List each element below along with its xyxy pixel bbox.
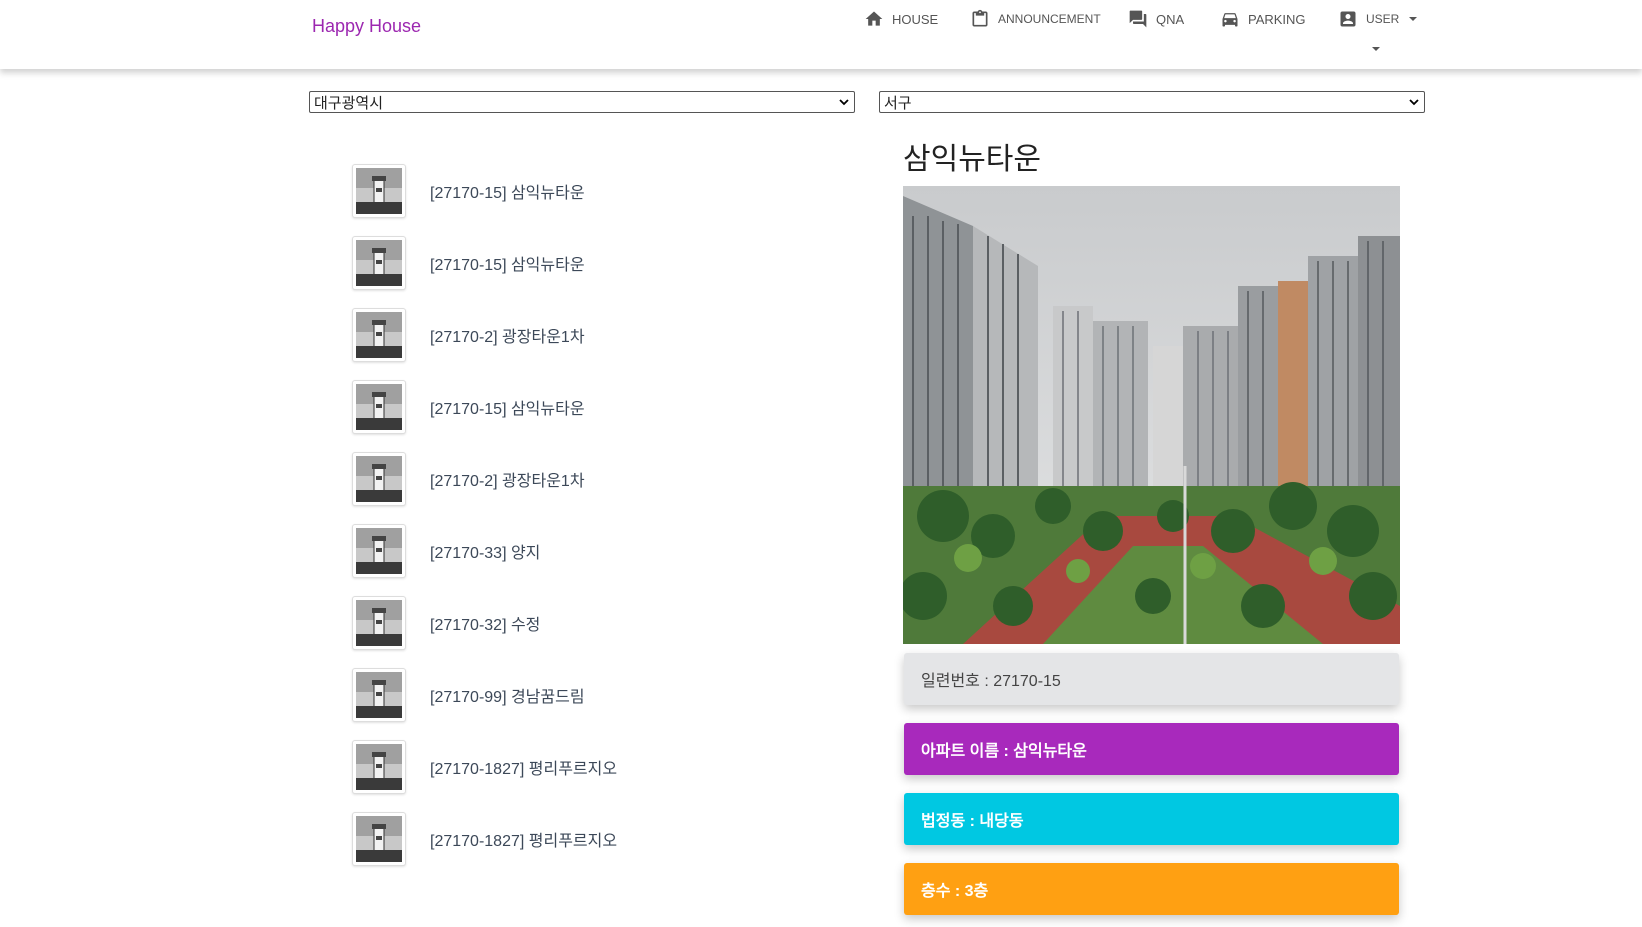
list-item-label: [27170-15] 삼익뉴타운 [430, 185, 585, 202]
thumbnail-image [352, 236, 406, 290]
lighthouse-thumbnail-icon [356, 456, 402, 502]
nav-house[interactable]: HOUSE [864, 8, 938, 30]
list-item-label: [27170-15] 삼익뉴타운 [430, 257, 585, 274]
home-icon [865, 11, 883, 26]
list-item-label: [27170-32] 수정 [430, 617, 541, 634]
thumbnail-image [352, 452, 406, 506]
lighthouse-thumbnail-icon [356, 744, 402, 790]
chevron-down-icon [1409, 17, 1418, 21]
chat-icon [1129, 10, 1147, 28]
nav-user-label: USER [1366, 12, 1400, 26]
list-item[interactable]: [27170-15] 삼익뉴타운 [352, 379, 832, 435]
district-select[interactable]: 서구 [879, 91, 1425, 113]
thumbnail-image [352, 812, 406, 866]
chevron-down-icon[interactable] [1372, 47, 1380, 51]
list-item[interactable]: [27170-15] 삼익뉴타운 [352, 163, 832, 219]
chevron-down-icon [1409, 99, 1419, 106]
list-item[interactable]: [27170-1827] 평리푸르지오 [352, 739, 832, 795]
nav-parking[interactable]: PARKING [1220, 8, 1306, 30]
lighthouse-thumbnail-icon [356, 600, 402, 646]
thumbnail-image [352, 668, 406, 722]
lighthouse-thumbnail-icon [356, 168, 402, 214]
nav-announcement[interactable]: ANNOUNCEMENT [970, 8, 1101, 30]
apartment-name-text: 아파트 이름 : 삼익뉴타운 [921, 743, 1087, 760]
floor-count-card: 층수 : 3층 [904, 863, 1399, 915]
apartment-name-card: 아파트 이름 : 삼익뉴타운 [904, 723, 1399, 775]
lighthouse-thumbnail-icon [356, 312, 402, 358]
list-item[interactable]: [27170-1827] 평리푸르지오 [352, 811, 832, 867]
nav-announcement-label: ANNOUNCEMENT [998, 12, 1101, 26]
car-icon [1222, 13, 1238, 27]
list-item-label: [27170-1827] 평리푸르지오 [430, 833, 618, 850]
lighthouse-thumbnail-icon [356, 384, 402, 430]
list-item[interactable]: [27170-99] 경남꿈드림 [352, 667, 832, 723]
serial-number-text: 일련번호 : 27170-15 [921, 673, 1061, 690]
nav-user-dropdown[interactable]: USER [1338, 8, 1418, 30]
detail-title: 삼익뉴타운 [903, 143, 1041, 176]
legal-dong-card: 법정동 : 내당동 [904, 793, 1399, 845]
lighthouse-thumbnail-icon [356, 672, 402, 718]
nav-qna[interactable]: QNA [1128, 8, 1184, 30]
brand-logo[interactable]: Happy House [312, 16, 421, 37]
thumbnail-image [352, 308, 406, 362]
apartment-photo [903, 186, 1400, 644]
nav-parking-label: PARKING [1248, 11, 1306, 27]
city-select-value: 대구광역시 [314, 94, 384, 112]
list-item-label: [27170-1827] 평리푸르지오 [430, 761, 618, 778]
top-navbar: Happy House HOUSE ANNOUNCEMENT QNA PARKI… [0, 0, 1642, 69]
nav-qna-label: QNA [1156, 11, 1185, 27]
legal-dong-text: 법정동 : 내당동 [921, 813, 1024, 830]
thumbnail-image [352, 740, 406, 794]
clipboard-icon [972, 9, 988, 27]
list-item-label: [27170-33] 양지 [430, 545, 541, 562]
apartment-complex-photo [903, 186, 1400, 644]
thumbnail-image [352, 380, 406, 434]
chevron-down-icon [839, 99, 849, 106]
list-item-label: [27170-2] 광장타운1차 [430, 329, 585, 346]
serial-number-card: 일련번호 : 27170-15 [904, 653, 1399, 705]
district-select-value: 서구 [884, 94, 912, 112]
lighthouse-thumbnail-icon [356, 816, 402, 862]
city-select[interactable]: 대구광역시 [309, 91, 855, 113]
list-item-label: [27170-15] 삼익뉴타운 [430, 401, 585, 418]
list-item-label: [27170-99] 경남꿈드림 [430, 689, 585, 706]
list-item[interactable]: [27170-33] 양지 [352, 523, 832, 579]
lighthouse-thumbnail-icon [356, 528, 402, 574]
list-item[interactable]: [27170-2] 광장타운1차 [352, 307, 832, 363]
thumbnail-image [352, 524, 406, 578]
thumbnail-image [352, 164, 406, 218]
list-item[interactable]: [27170-15] 삼익뉴타운 [352, 235, 832, 291]
floor-count-text: 층수 : 3층 [921, 883, 989, 900]
nav-house-label: HOUSE [892, 11, 939, 27]
list-item[interactable]: [27170-32] 수정 [352, 595, 832, 651]
thumbnail-image [352, 596, 406, 650]
list-item[interactable]: [27170-2] 광장타운1차 [352, 451, 832, 507]
lighthouse-thumbnail-icon [356, 240, 402, 286]
list-item-label: [27170-2] 광장타운1차 [430, 473, 585, 490]
account-box-icon [1340, 11, 1356, 27]
